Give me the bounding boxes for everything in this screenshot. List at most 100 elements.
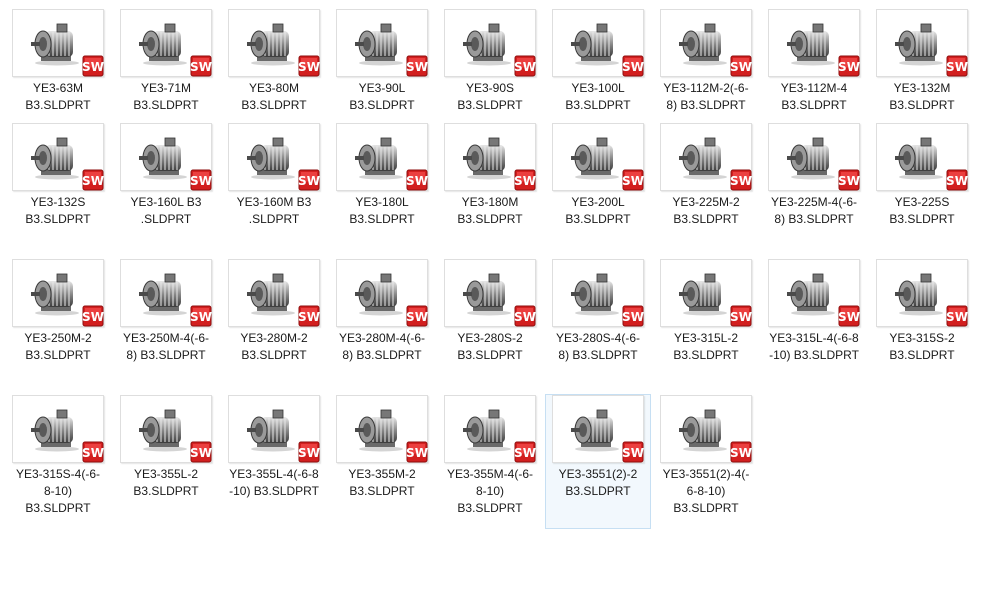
file-item[interactable]: SW YE3-250M-4(-6- 8) B3.SLDPRT (113, 258, 219, 365)
file-item[interactable]: SW YE3-160M B3 .SLDPRT (221, 122, 327, 229)
file-item[interactable]: SW YE3-112M-4 B3.SLDPRT (761, 8, 867, 115)
file-item[interactable]: SW YE3-225M-2 B3.SLDPRT (653, 122, 759, 229)
file-item[interactable]: SW YE3-315L-2 B3.SLDPRT (653, 258, 759, 365)
file-thumbnail: SW (12, 259, 104, 327)
file-name-label: YE3-315S-4(-6- 8-10) B3.SLDPRT (15, 467, 101, 515)
file-item[interactable]: SW YE3-180M B3.SLDPRT (437, 122, 543, 229)
file-name-label: YE3-280S-4(-6- 8) B3.SLDPRT (555, 331, 641, 362)
file-item[interactable]: SW YE3-180L B3.SLDPRT (329, 122, 435, 229)
file-thumbnail: SW (228, 395, 320, 463)
solidworks-badge-icon: SW (190, 169, 212, 191)
file-thumbnail: SW (660, 123, 752, 191)
motor-part-icon (571, 409, 619, 452)
motor-part-icon (571, 273, 619, 316)
solidworks-badge-icon: SW (730, 305, 752, 327)
file-name-label: YE3-90S B3.SLDPRT (457, 81, 523, 112)
svg-text:SW: SW (406, 60, 428, 74)
file-item[interactable]: SW YE3-315S-4(-6- 8-10) B3.SLDPRT (5, 394, 111, 518)
file-item[interactable]: SW YE3-225M-4(-6- 8) B3.SLDPRT (761, 122, 867, 229)
file-thumbnail: SW (768, 259, 860, 327)
solidworks-badge-icon: SW (730, 169, 752, 191)
solidworks-badge-icon: SW (514, 55, 536, 77)
file-item[interactable]: SW YE3-225S B3.SLDPRT (869, 122, 975, 229)
file-item[interactable]: SW YE3-315S-2 B3.SLDPRT (869, 258, 975, 365)
solidworks-badge-icon: SW (730, 441, 752, 463)
file-thumbnail: SW (336, 9, 428, 77)
solidworks-badge-icon: SW (406, 305, 428, 327)
file-thumbnail: SW (336, 259, 428, 327)
svg-text:SW: SW (190, 310, 212, 324)
motor-part-icon (247, 273, 295, 316)
file-item[interactable]: SW YE3-355L-2 B3.SLDPRT (113, 394, 219, 501)
file-item[interactable]: SW YE3-132M B3.SLDPRT (869, 8, 975, 115)
solidworks-badge-icon: SW (82, 169, 104, 191)
file-thumbnail: SW (552, 395, 644, 463)
file-item[interactable]: SW YE3-315L-4(-6-8 -10) B3.SLDPRT (761, 258, 867, 365)
file-item[interactable]: SW YE3-355M-4(-6- 8-10) B3.SLDPRT (437, 394, 543, 518)
solidworks-badge-icon: SW (406, 55, 428, 77)
file-item[interactable]: SW YE3-280S-2 B3.SLDPRT (437, 258, 543, 365)
file-name-label: YE3-315L-2 B3.SLDPRT (673, 331, 739, 362)
file-thumbnail: SW (336, 395, 428, 463)
solidworks-badge-icon: SW (298, 441, 320, 463)
svg-text:SW: SW (514, 446, 536, 460)
file-item[interactable]: SW YE3-90S B3.SLDPRT (437, 8, 543, 115)
file-thumbnail: SW (336, 123, 428, 191)
solidworks-badge-icon: SW (730, 55, 752, 77)
file-item[interactable]: SW YE3-80M B3.SLDPRT (221, 8, 327, 115)
svg-text:SW: SW (622, 310, 644, 324)
motor-part-icon (787, 137, 835, 180)
file-item[interactable]: SW YE3-71M B3.SLDPRT (113, 8, 219, 115)
motor-part-icon (139, 273, 187, 316)
file-thumbnail: SW (552, 123, 644, 191)
file-thumbnail: SW (660, 395, 752, 463)
svg-text:SW: SW (514, 60, 536, 74)
file-item[interactable]: SW YE3-132S B3.SLDPRT (5, 122, 111, 229)
solidworks-badge-icon: SW (946, 305, 968, 327)
file-item[interactable]: SW YE3-112M-2(-6- 8) B3.SLDPRT (653, 8, 759, 115)
motor-part-icon (571, 23, 619, 66)
file-name-label: YE3-90L B3.SLDPRT (349, 81, 415, 112)
svg-text:SW: SW (730, 60, 752, 74)
file-item[interactable]: SW YE3-100L B3.SLDPRT (545, 8, 651, 115)
file-item[interactable]: SW YE3-355L-4(-6-8 -10) B3.SLDPRT (221, 394, 327, 501)
svg-text:SW: SW (622, 446, 644, 460)
file-thumbnail: SW (660, 9, 752, 77)
file-name-label: YE3-250M-2 B3.SLDPRT (24, 331, 92, 362)
file-item[interactable]: SW YE3-200L B3.SLDPRT (545, 122, 651, 229)
motor-part-icon (463, 137, 511, 180)
file-thumbnail: SW (228, 123, 320, 191)
file-name-label: YE3-225M-4(-6- 8) B3.SLDPRT (770, 195, 858, 226)
file-item[interactable]: SW YE3-3551(2)-2 B3.SLDPRT (545, 394, 651, 529)
solidworks-badge-icon: SW (838, 55, 860, 77)
motor-part-icon (247, 23, 295, 66)
file-item[interactable]: SW YE3-160L B3 .SLDPRT (113, 122, 219, 229)
svg-text:SW: SW (190, 60, 212, 74)
motor-part-icon (355, 137, 403, 180)
svg-text:SW: SW (946, 174, 968, 188)
file-item[interactable]: SW YE3-90L B3.SLDPRT (329, 8, 435, 115)
motor-part-icon (31, 409, 79, 452)
file-name-label: YE3-180L B3.SLDPRT (349, 195, 415, 226)
file-item[interactable]: SW YE3-250M-2 B3.SLDPRT (5, 258, 111, 365)
file-name-label: YE3-80M B3.SLDPRT (241, 81, 307, 112)
motor-part-icon (463, 409, 511, 452)
file-item[interactable]: SW YE3-280M-4(-6- 8) B3.SLDPRT (329, 258, 435, 365)
file-item[interactable]: SW YE3-63M B3.SLDPRT (5, 8, 111, 115)
file-name-label: YE3-225S B3.SLDPRT (889, 195, 955, 226)
svg-text:SW: SW (406, 310, 428, 324)
solidworks-badge-icon: SW (406, 441, 428, 463)
file-item[interactable]: SW YE3-280S-4(-6- 8) B3.SLDPRT (545, 258, 651, 365)
svg-text:SW: SW (622, 174, 644, 188)
svg-text:SW: SW (514, 310, 536, 324)
solidworks-badge-icon: SW (298, 55, 320, 77)
svg-text:SW: SW (406, 174, 428, 188)
file-item[interactable]: SW YE3-3551(2)-4(- 6-8-10) B3.SLDPRT (653, 394, 759, 518)
solidworks-badge-icon: SW (946, 169, 968, 191)
file-item[interactable]: SW YE3-355M-2 B3.SLDPRT (329, 394, 435, 501)
file-name-label: YE3-280S-2 B3.SLDPRT (457, 331, 523, 362)
solidworks-badge-icon: SW (190, 305, 212, 327)
motor-part-icon (31, 137, 79, 180)
file-thumbnail: SW (444, 9, 536, 77)
file-item[interactable]: SW YE3-280M-2 B3.SLDPRT (221, 258, 327, 365)
